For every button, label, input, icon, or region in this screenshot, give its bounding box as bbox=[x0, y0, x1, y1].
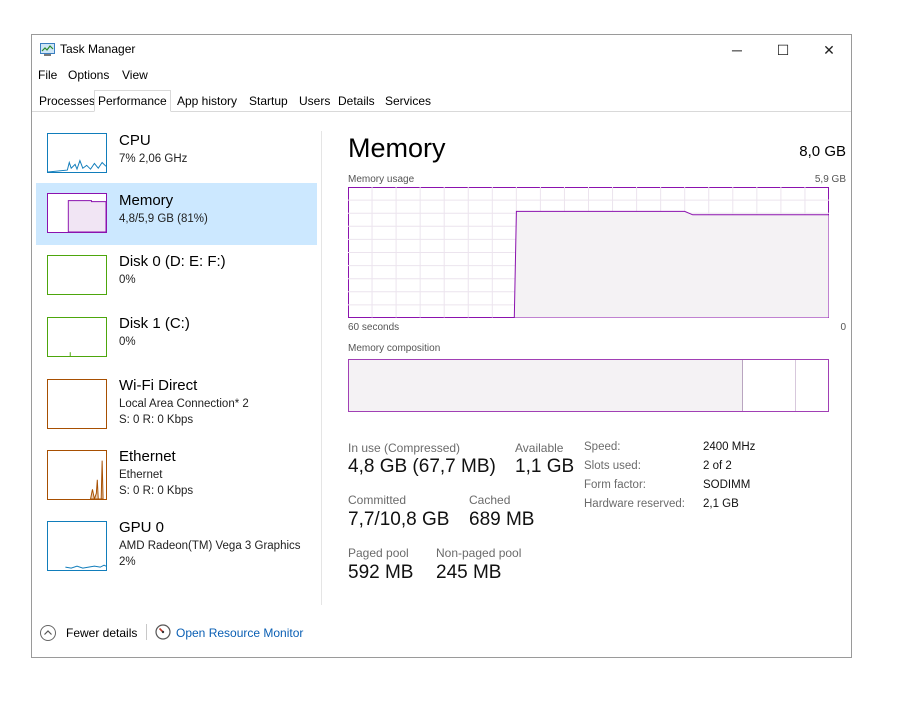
slots-used-value: 2 of 2 bbox=[703, 460, 732, 472]
tab-details[interactable]: Details bbox=[334, 92, 379, 110]
sidebar-item-title: Disk 0 (D: E: F:) bbox=[119, 253, 226, 270]
task-manager-window: Task Manager ─ ☐ ✕ File Options View Pro… bbox=[31, 34, 852, 658]
title-bar[interactable]: Task Manager ─ ☐ ✕ bbox=[32, 35, 851, 65]
cached-label: Cached bbox=[469, 493, 511, 507]
footer-separator bbox=[146, 624, 147, 640]
paged-pool-label: Paged pool bbox=[348, 546, 409, 560]
hardware-reserved-label: Hardware reserved: bbox=[584, 498, 685, 510]
sidebar-item-subtitle: 4,8/5,9 GB (81%) bbox=[119, 213, 208, 225]
in-use-label: In use (Compressed) bbox=[348, 441, 461, 455]
wifi-direct-thumbnail bbox=[47, 379, 107, 429]
sidebar-item-title: GPU 0 bbox=[119, 519, 165, 536]
hardware-reserved-value: 2,1 GB bbox=[703, 498, 739, 510]
sidebar-item-title: Wi-Fi Direct bbox=[119, 377, 198, 394]
close-button[interactable]: ✕ bbox=[806, 35, 852, 65]
tab-performance[interactable]: Performance bbox=[94, 90, 171, 112]
slots-used-label: Slots used: bbox=[584, 460, 641, 472]
memory-composition-bar bbox=[348, 359, 829, 412]
ethernet-thumbnail bbox=[47, 450, 107, 500]
sidebar-item-subtitle: AMD Radeon(TM) Vega 3 Graphics bbox=[119, 540, 301, 552]
chevron-up-icon[interactable] bbox=[40, 625, 56, 641]
sidebar-item-utilization: 2% bbox=[119, 556, 136, 568]
composition-in-use-segment bbox=[349, 360, 743, 411]
memory-usage-chart bbox=[348, 187, 829, 318]
speed-label: Speed: bbox=[584, 441, 621, 453]
in-use-value: 4,8 GB (67,7 MB) bbox=[348, 456, 496, 477]
tab-users[interactable]: Users bbox=[295, 92, 334, 110]
memory-composition-label: Memory composition bbox=[348, 343, 441, 354]
composition-standby-divider bbox=[795, 360, 796, 411]
sidebar-item-title: CPU bbox=[119, 132, 151, 149]
tab-startup[interactable]: Startup bbox=[245, 92, 292, 110]
fewer-details-link[interactable]: Fewer details bbox=[66, 626, 137, 640]
form-factor-value: SODIMM bbox=[703, 479, 751, 491]
sidebar-item-title: Memory bbox=[119, 192, 174, 209]
task-manager-app-icon bbox=[40, 43, 55, 56]
menu-view[interactable]: View bbox=[122, 68, 148, 82]
panel-divider bbox=[321, 131, 322, 605]
non-paged-pool-label: Non-paged pool bbox=[436, 546, 522, 560]
open-resource-monitor-link[interactable]: Open Resource Monitor bbox=[176, 626, 303, 640]
menu-options[interactable]: Options bbox=[68, 68, 109, 82]
sidebar-item-throughput: S: 0 R: 0 Kbps bbox=[119, 414, 194, 426]
tab-services[interactable]: Services bbox=[381, 92, 435, 110]
page-title: Memory bbox=[348, 133, 446, 163]
sidebar-item-disk-0[interactable]: Disk 0 (D: E: F:) 0% bbox=[36, 245, 317, 307]
committed-label: Committed bbox=[348, 493, 407, 507]
maximize-button[interactable]: ☐ bbox=[760, 35, 806, 65]
sidebar-item-subtitle: Ethernet bbox=[119, 469, 163, 481]
speed-value: 2400 MHz bbox=[703, 441, 756, 453]
available-label: Available bbox=[515, 441, 564, 455]
paged-pool-value: 592 MB bbox=[348, 562, 414, 583]
available-value: 1,1 GB bbox=[515, 456, 575, 477]
non-paged-pool-value: 245 MB bbox=[436, 562, 502, 583]
sidebar-item-subtitle: 0% bbox=[119, 336, 136, 348]
memory-usage-label: Memory usage bbox=[348, 174, 415, 185]
tab-app-history[interactable]: App history bbox=[173, 92, 241, 110]
sidebar-item-throughput: S: 0 R: 0 Kbps bbox=[119, 485, 194, 497]
menu-file[interactable]: File bbox=[38, 68, 57, 82]
sidebar-item-disk-1[interactable]: Disk 1 (C:) 0% bbox=[36, 307, 317, 369]
sidebar-item-subtitle: 7% 2,06 GHz bbox=[119, 153, 188, 165]
tab-strip: Processes Performance App history Startu… bbox=[32, 90, 851, 112]
time-axis-right-label: 0 bbox=[840, 322, 846, 333]
gpu-0-thumbnail bbox=[47, 521, 107, 571]
form-factor-label: Form factor: bbox=[584, 479, 646, 491]
memory-usage-max: 5,9 GB bbox=[814, 174, 846, 185]
cached-value: 689 MB bbox=[469, 509, 535, 530]
sidebar-item-cpu[interactable]: CPU 7% 2,06 GHz bbox=[36, 127, 317, 189]
memory-thumbnail bbox=[47, 193, 107, 233]
resource-monitor-icon[interactable] bbox=[155, 624, 171, 640]
sidebar-item-ethernet[interactable]: Ethernet Ethernet S: 0 R: 0 Kbps bbox=[36, 440, 317, 506]
cpu-thumbnail bbox=[47, 133, 107, 173]
tab-processes[interactable]: Processes bbox=[35, 92, 99, 110]
disk-0-thumbnail bbox=[47, 255, 107, 295]
disk-1-thumbnail bbox=[47, 317, 107, 357]
window-title: Task Manager bbox=[60, 42, 136, 56]
time-axis-left-label: 60 seconds bbox=[348, 322, 400, 333]
committed-value: 7,7/10,8 GB bbox=[348, 509, 450, 530]
minimize-button[interactable]: ─ bbox=[714, 35, 760, 65]
sidebar-item-memory[interactable]: Memory 4,8/5,9 GB (81%) bbox=[36, 183, 317, 245]
sidebar-item-title: Disk 1 (C:) bbox=[119, 315, 190, 332]
sidebar-item-subtitle: Local Area Connection* 2 bbox=[119, 398, 249, 410]
sidebar-item-subtitle: 0% bbox=[119, 274, 136, 286]
sidebar-item-title: Ethernet bbox=[119, 448, 176, 465]
sidebar-item-wifi-direct[interactable]: Wi-Fi Direct Local Area Connection* 2 S:… bbox=[36, 369, 317, 435]
sidebar-item-gpu-0[interactable]: GPU 0 AMD Radeon(TM) Vega 3 Graphics 2% bbox=[36, 511, 317, 577]
total-memory: 8,0 GB bbox=[799, 143, 846, 160]
